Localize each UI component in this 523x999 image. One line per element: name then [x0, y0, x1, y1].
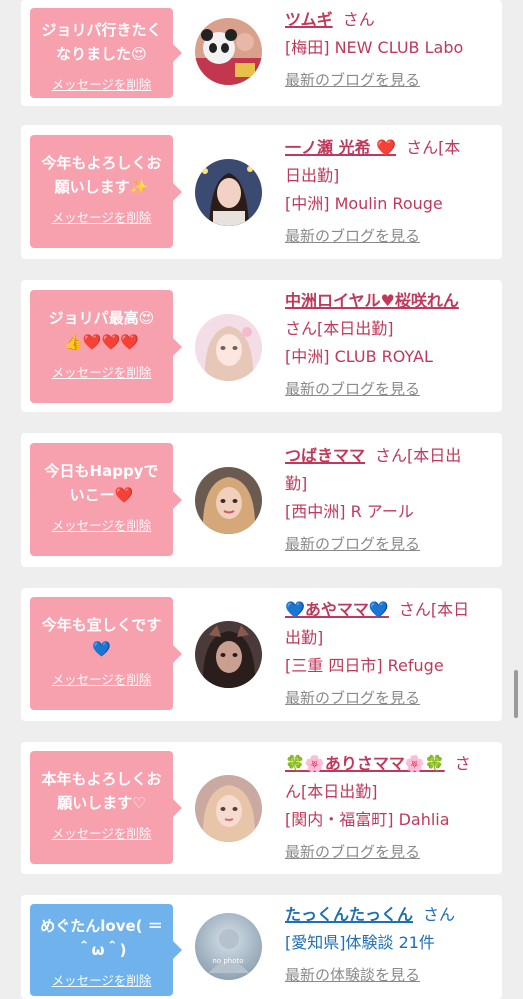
- shop-name: [関内・福富町] Dahlia: [285, 810, 450, 829]
- sender-name[interactable]: 中洲ロイヤル♥桜咲れん: [285, 291, 459, 310]
- latest-blog-link[interactable]: 最新のブログを見る: [285, 530, 491, 558]
- avatar[interactable]: [195, 467, 262, 534]
- latest-blog-link[interactable]: 最新のブログを見る: [285, 684, 491, 712]
- shop-name: [西中洲] R アール: [285, 502, 414, 521]
- sender-info: 🍀🌸ありさママ🌸🍀 さ ん[本日出勤] [関内・福富町] Dahlia 最新のブロ…: [285, 750, 491, 866]
- sender-info: たっくんたっくん さん [愛知県]体験談 21件 最新の体験談を見る: [285, 901, 491, 989]
- sender-name[interactable]: ツムギ: [285, 10, 333, 29]
- message-card: 今年も宜しくです 💙 メッセージを削除 💙あやママ💙 さん[本日 出勤] [三重 四…: [21, 588, 502, 721]
- message-bubble: ジョリパ行きたく なりました😍 メッセージを削除: [30, 8, 182, 98]
- work-status: 出勤]: [285, 628, 324, 647]
- scrollbar[interactable]: [514, 670, 518, 718]
- shop-name: [三重 四日市] Refuge: [285, 656, 444, 675]
- latest-blog-link[interactable]: 最新のブログを見る: [285, 66, 491, 94]
- message-bubble: ジョリパ最高😍 👍❤️❤️❤️ メッセージを削除: [30, 290, 182, 403]
- sender-info: 一ノ瀬 光希 ❤️ さん[本 日出勤] [中洲] Moulin Rouge 最新の…: [285, 134, 491, 250]
- honorific: さん[本日: [398, 600, 470, 619]
- message-text: 今年も宜しくです 💙: [41, 616, 162, 658]
- avatar[interactable]: [195, 18, 262, 85]
- avatar[interactable]: [195, 159, 262, 226]
- message-bubble: 本年もよろしくお 願いします♡ メッセージを削除: [30, 751, 182, 864]
- delete-message-link[interactable]: メッセージを削除: [36, 515, 167, 534]
- message-card: ジョリパ行きたく なりました😍 メッセージを削除 ツムギ さん [梅田] NEW C…: [21, 0, 502, 106]
- message-text: ジョリパ最高😍 👍❤️❤️❤️: [48, 309, 155, 351]
- sender-name[interactable]: 一ノ瀬 光希 ❤️: [285, 138, 396, 157]
- avatar[interactable]: [195, 775, 262, 842]
- latest-blog-link[interactable]: 最新のブログを見る: [285, 222, 491, 250]
- delete-message-link[interactable]: メッセージを削除: [36, 207, 167, 226]
- message-text: 本年もよろしくお 願いします♡: [41, 770, 162, 812]
- honorific: さ: [454, 754, 471, 773]
- message-bubble: 今日もHappyで いこー❤️ メッセージを削除: [30, 443, 182, 556]
- message-bubble: 今年も宜しくです 💙 メッセージを削除: [30, 597, 182, 710]
- delete-message-link[interactable]: メッセージを削除: [36, 362, 167, 381]
- message-card: めぐたんlove( ＝ ＾ω＾) メッセージを削除 no photo たっくんたっ…: [21, 895, 502, 999]
- sender-name[interactable]: つばきママ: [285, 446, 365, 465]
- shop-name: [中洲] Moulin Rouge: [285, 194, 443, 213]
- honorific: さん[本日出: [375, 446, 462, 465]
- honorific: さん[本: [406, 138, 461, 157]
- latest-blog-link[interactable]: 最新のブログを見る: [285, 375, 491, 403]
- message-bubble: 今年もよろしくお 願いします✨ メッセージを削除: [30, 135, 182, 248]
- sender-name[interactable]: 💙あやママ💙: [285, 600, 389, 619]
- delete-message-link[interactable]: メッセージを削除: [36, 970, 167, 989]
- message-card: ジョリパ最高😍 👍❤️❤️❤️ メッセージを削除 中洲ロイヤル♥桜咲れん さん[本…: [21, 280, 502, 412]
- delete-message-link[interactable]: メッセージを削除: [36, 74, 167, 93]
- sender-info: つばきママ さん[本日出 勤] [西中洲] R アール 最新のブログを見る: [285, 442, 491, 558]
- sender-info: 中洲ロイヤル♥桜咲れん さん[本日出勤] [中洲] CLUB ROYAL 最新の…: [285, 287, 491, 403]
- honorific: さん[本日出勤]: [285, 319, 394, 338]
- shop-name: [愛知県]体験談 21件: [285, 933, 435, 952]
- latest-blog-link[interactable]: 最新のブログを見る: [285, 838, 491, 866]
- sender-info: ツムギ さん [梅田] NEW CLUB Labo 最新のブログを見る: [285, 6, 491, 94]
- message-text: めぐたんlove( ＝ ＾ω＾): [40, 917, 163, 959]
- delete-message-link[interactable]: メッセージを削除: [36, 823, 167, 842]
- sender-name[interactable]: 🍀🌸ありさママ🌸🍀: [285, 754, 445, 773]
- message-bubble: めぐたんlove( ＝ ＾ω＾) メッセージを削除: [30, 904, 182, 996]
- avatar[interactable]: no photo: [195, 913, 262, 980]
- message-text: 今年もよろしくお 願いします✨: [41, 154, 162, 196]
- message-card: 今年もよろしくお 願いします✨ メッセージを削除 一ノ瀬 光希 ❤️ さん[本 日出…: [21, 125, 502, 259]
- no-photo-label: no photo: [212, 957, 243, 965]
- honorific: さん: [342, 10, 375, 29]
- honorific: さん: [423, 905, 456, 924]
- message-card: 本年もよろしくお 願いします♡ メッセージを削除 🍀🌸ありさママ🌸🍀 さ ん[本日出…: [21, 742, 502, 874]
- latest-review-link[interactable]: 最新の体験談を見る: [285, 961, 491, 989]
- work-status: 日出勤]: [285, 166, 340, 185]
- avatar[interactable]: [195, 621, 262, 688]
- message-text: ジョリパ行きたく なりました😍: [41, 21, 162, 63]
- delete-message-link[interactable]: メッセージを削除: [36, 669, 167, 688]
- shop-name: [梅田] NEW CLUB Labo: [285, 38, 464, 57]
- work-status: ん[本日出勤]: [285, 782, 378, 801]
- message-card: 今日もHappyで いこー❤️ メッセージを削除 つばきママ さん[本日出 勤] […: [21, 433, 502, 567]
- work-status: 勤]: [285, 474, 308, 493]
- sender-info: 💙あやママ💙 さん[本日 出勤] [三重 四日市] Refuge 最新のブログを見…: [285, 596, 491, 712]
- message-text: 今日もHappyで いこー❤️: [44, 462, 159, 504]
- shop-name: [中洲] CLUB ROYAL: [285, 347, 433, 366]
- sender-name[interactable]: たっくんたっくん: [285, 905, 413, 924]
- avatar[interactable]: [195, 314, 262, 381]
